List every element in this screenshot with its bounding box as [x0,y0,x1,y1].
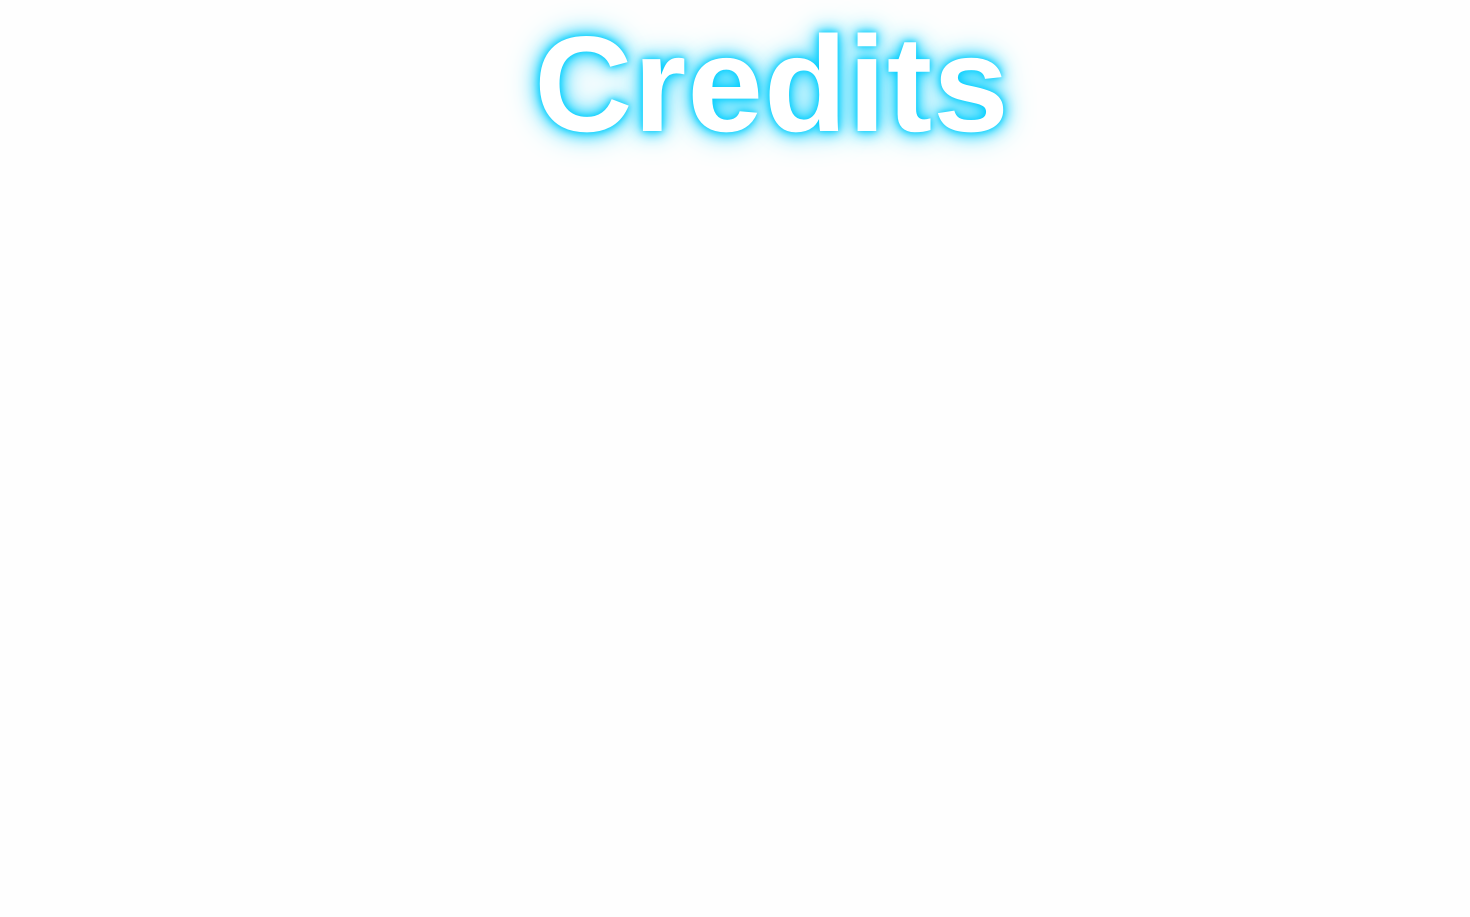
credits-title: Credits [534,8,1010,160]
